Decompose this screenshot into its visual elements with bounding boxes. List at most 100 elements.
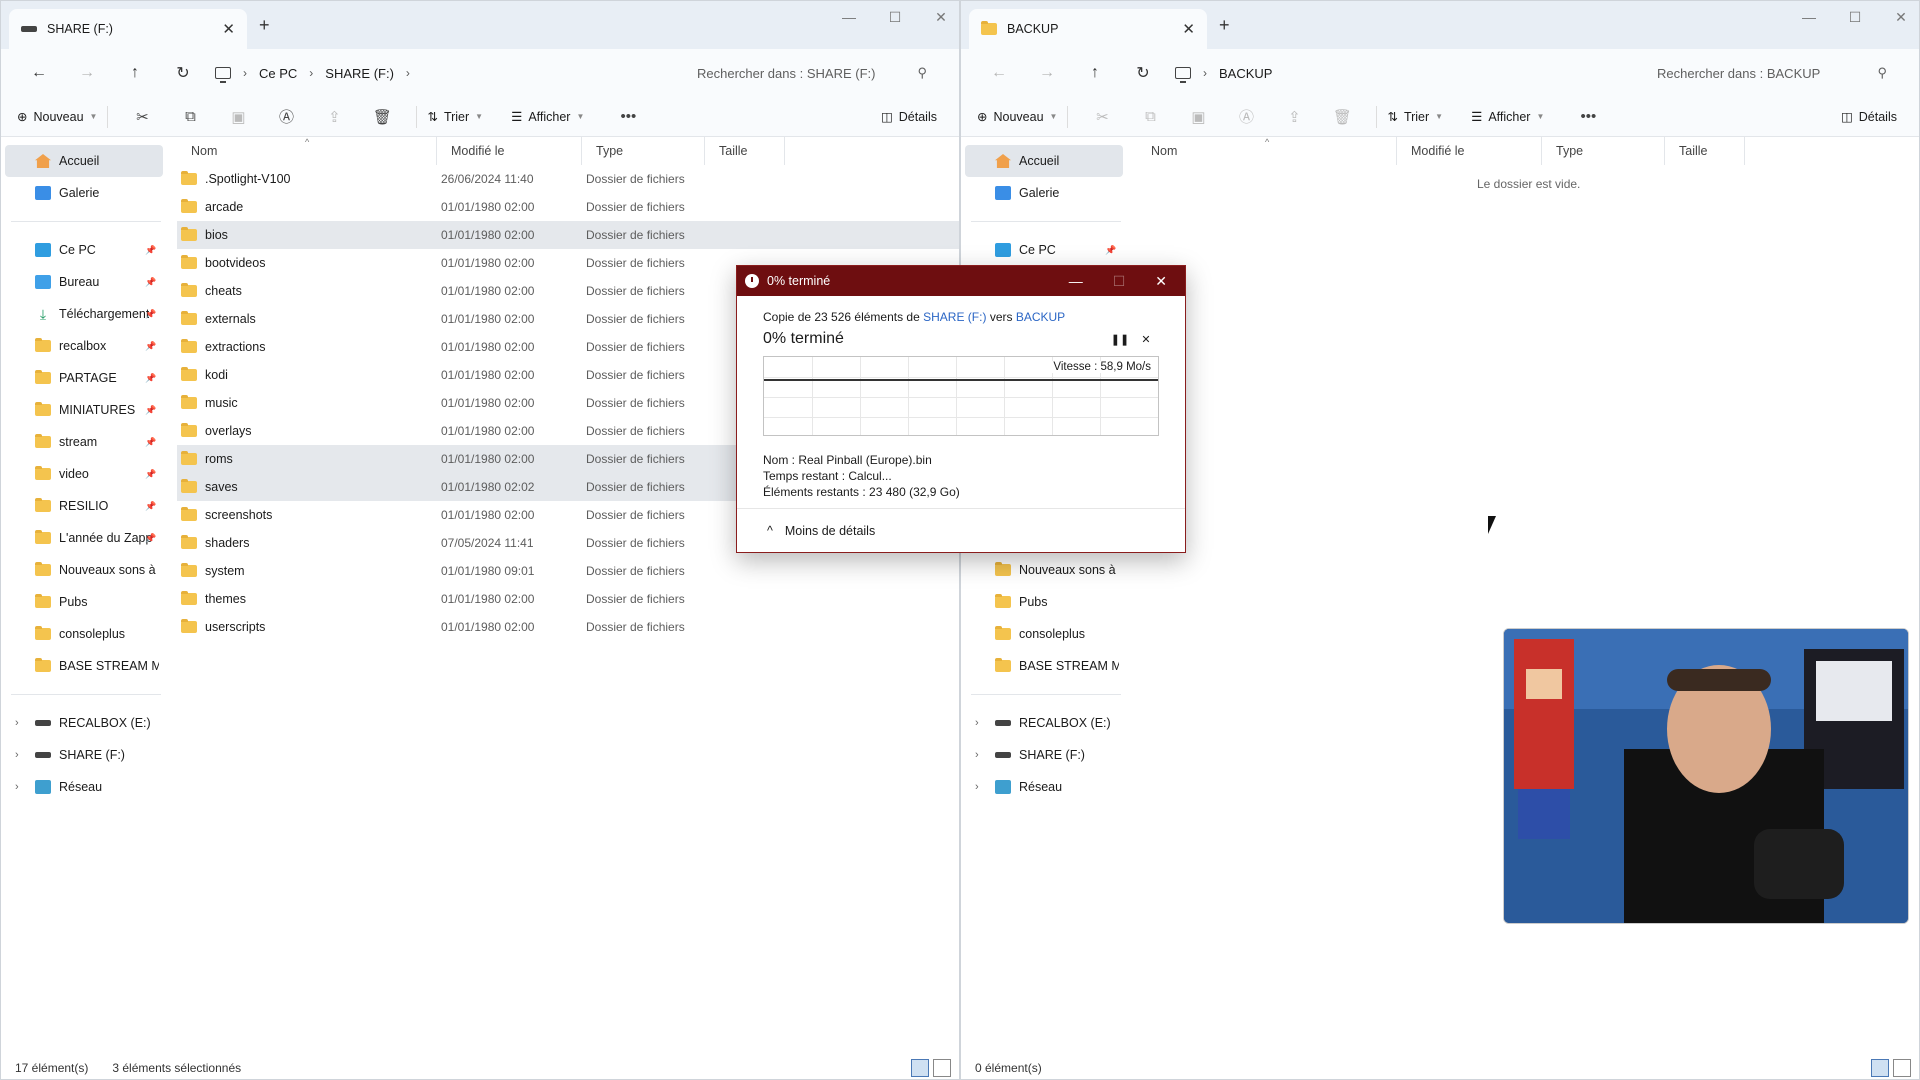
sort-button[interactable]: ⇅ Trier ▼ [427,109,483,125]
sidebar-item-nouveaux-sons[interactable]: Nouveaux sons à er [1,554,171,586]
pause-button[interactable]: ❚❚ [1107,333,1133,346]
sidebar-item-network[interactable]: › Réseau [1,771,171,803]
forward-button[interactable]: → [1023,64,1071,82]
sidebar-item-pc[interactable]: Ce PC 📌 [1,234,171,266]
sidebar-item-video[interactable]: video 📌 [1,458,171,490]
sidebar-item-recalbox[interactable]: recalbox 📌 [1,330,171,362]
sidebar-item-home[interactable]: Accueil [965,145,1123,177]
cancel-button[interactable]: ✕ [1133,333,1159,346]
column-type[interactable]: Type [1542,137,1665,165]
tab-backup[interactable]: BACKUP ✕ [969,9,1207,49]
cut-icon[interactable]: ✂ [118,108,166,126]
maximize-button[interactable]: ☐ [1113,273,1126,290]
file-row[interactable]: arcade 01/01/1980 02:00 Dossier de fichier… [177,193,959,221]
sidebar-item-downloads[interactable]: ⤓ Téléchargement 📌 [1,298,171,330]
details-button[interactable]: ◫ Détails [881,109,937,125]
details-button[interactable]: ◫ Détails [1841,109,1897,125]
sort-button[interactable]: ⇅ Trier ▼ [1387,109,1443,125]
sidebar-item-miniatures[interactable]: MINIATURES 📌 [1,394,171,426]
destination-link[interactable]: BACKUP [1016,310,1065,324]
sidebar-item-network[interactable]: › Réseau [961,771,1131,803]
refresh-button[interactable]: ↻ [159,63,207,83]
sidebar-item-recalbox-drive[interactable]: › RECALBOX (E:) [961,707,1131,739]
chevron-right-icon[interactable]: › [975,717,979,729]
minimize-button[interactable]: — [1069,273,1083,290]
breadcrumb-item-pc[interactable]: Ce PC [259,66,297,81]
minimize-button[interactable]: — [839,9,859,26]
paste-icon[interactable]: ▣ [1174,108,1222,126]
new-button[interactable]: ⊕ Nouveau ▼ [17,109,97,125]
forward-button[interactable]: → [63,64,111,82]
delete-icon[interactable]: 🗑 [358,108,406,126]
sidebar-item-home[interactable]: Accueil [5,145,163,177]
sidebar-item-zapping[interactable]: L'année du Zapp 📌 [1,522,171,554]
details-view-icon[interactable] [911,1059,929,1077]
file-row[interactable]: .Spotlight-V100 26/06/2024 11:40 Dossier d… [177,165,959,193]
sidebar-item-share-drive[interactable]: › SHARE (F:) [1,739,171,771]
share-icon[interactable]: ⇪ [1270,108,1318,126]
view-button[interactable]: ☰ Afficher ▼ [1471,109,1544,125]
back-button[interactable]: ← [15,64,63,82]
column-size[interactable]: Taille [705,137,785,165]
cut-icon[interactable]: ✂ [1078,108,1126,126]
delete-icon[interactable]: 🗑 [1318,108,1366,126]
column-size[interactable]: Taille [1665,137,1745,165]
up-button[interactable]: ↑ [1071,64,1119,82]
sidebar-item-stream[interactable]: stream 📌 [1,426,171,458]
file-row[interactable]: themes 01/01/1980 02:00 Dossier de fichier… [177,585,959,613]
more-icon[interactable]: ••• [1564,108,1612,125]
maximize-button[interactable]: ☐ [885,9,905,26]
column-type[interactable]: Type [582,137,705,165]
chevron-right-icon[interactable]: › [15,749,19,761]
sidebar-item-gallery[interactable]: Galerie [1,177,171,209]
copy-icon[interactable]: ⧉ [166,108,214,125]
share-icon[interactable]: ⇪ [310,108,358,126]
details-view-icon[interactable] [1871,1059,1889,1077]
sidebar-item-partage[interactable]: PARTAGE 📌 [1,362,171,394]
paste-icon[interactable]: ▣ [214,108,262,126]
sidebar-item-share-drive[interactable]: › SHARE (F:) [961,739,1131,771]
sidebar-item-pubs[interactable]: Pubs [961,586,1131,618]
tiles-view-icon[interactable] [933,1059,951,1077]
sidebar-item-consoleplus[interactable]: consoleplus [1,618,171,650]
maximize-button[interactable]: ☐ [1845,9,1865,26]
breadcrumb-item-share[interactable]: SHARE (F:) [325,66,394,81]
sidebar-item-pubs[interactable]: Pubs [1,586,171,618]
close-window-button[interactable]: ✕ [931,9,951,26]
rename-icon[interactable]: Ⓐ [262,106,310,127]
close-tab-icon[interactable]: ✕ [222,20,235,38]
close-tab-icon[interactable]: ✕ [1182,20,1195,38]
column-modified[interactable]: Modifié le [1397,137,1542,165]
search-input[interactable]: Rechercher dans : SHARE (F:) ⚲ [683,56,941,90]
sidebar-item-base-stream[interactable]: BASE STREAM MUS [961,650,1131,682]
more-icon[interactable]: ••• [604,108,652,125]
file-row[interactable]: bios 01/01/1980 02:00 Dossier de fichiers [177,221,959,249]
tab-share[interactable]: SHARE (F:) ✕ [9,9,247,49]
up-button[interactable]: ↑ [111,64,159,82]
chevron-right-icon[interactable]: › [975,781,979,793]
chevron-right-icon[interactable]: › [15,781,19,793]
breadcrumb[interactable]: › Ce PC › SHARE (F:) › [215,56,683,90]
file-row[interactable]: system 01/01/1980 09:01 Dossier de fichier… [177,557,959,585]
chevron-right-icon[interactable]: › [15,717,19,729]
close-window-button[interactable]: ✕ [1891,9,1911,26]
sidebar-item-base-stream[interactable]: BASE STREAM MUS [1,650,171,682]
chevron-right-icon[interactable]: › [406,66,410,80]
new-button[interactable]: ⊕ Nouveau ▼ [977,109,1057,125]
refresh-button[interactable]: ↻ [1119,63,1167,83]
new-tab-button[interactable]: + [1219,15,1230,36]
sidebar-item-recalbox-drive[interactable]: › RECALBOX (E:) [1,707,171,739]
sidebar-item-consoleplus[interactable]: consoleplus [961,618,1131,650]
column-modified[interactable]: Modifié le [437,137,582,165]
less-details-button[interactable]: ^ Moins de détails [737,508,1185,552]
rename-icon[interactable]: Ⓐ [1222,106,1270,127]
tiles-view-icon[interactable] [1893,1059,1911,1077]
view-button[interactable]: ☰ Afficher ▼ [511,109,584,125]
source-link[interactable]: SHARE (F:) [923,310,986,324]
sidebar-item-resilio[interactable]: RESILIO 📌 [1,490,171,522]
sidebar-item-nouveaux-sons[interactable]: Nouveaux sons à er [961,554,1131,586]
back-button[interactable]: ← [975,64,1023,82]
breadcrumb-item-backup[interactable]: BACKUP [1219,66,1272,81]
minimize-button[interactable]: — [1799,9,1819,26]
chevron-right-icon[interactable]: › [975,749,979,761]
